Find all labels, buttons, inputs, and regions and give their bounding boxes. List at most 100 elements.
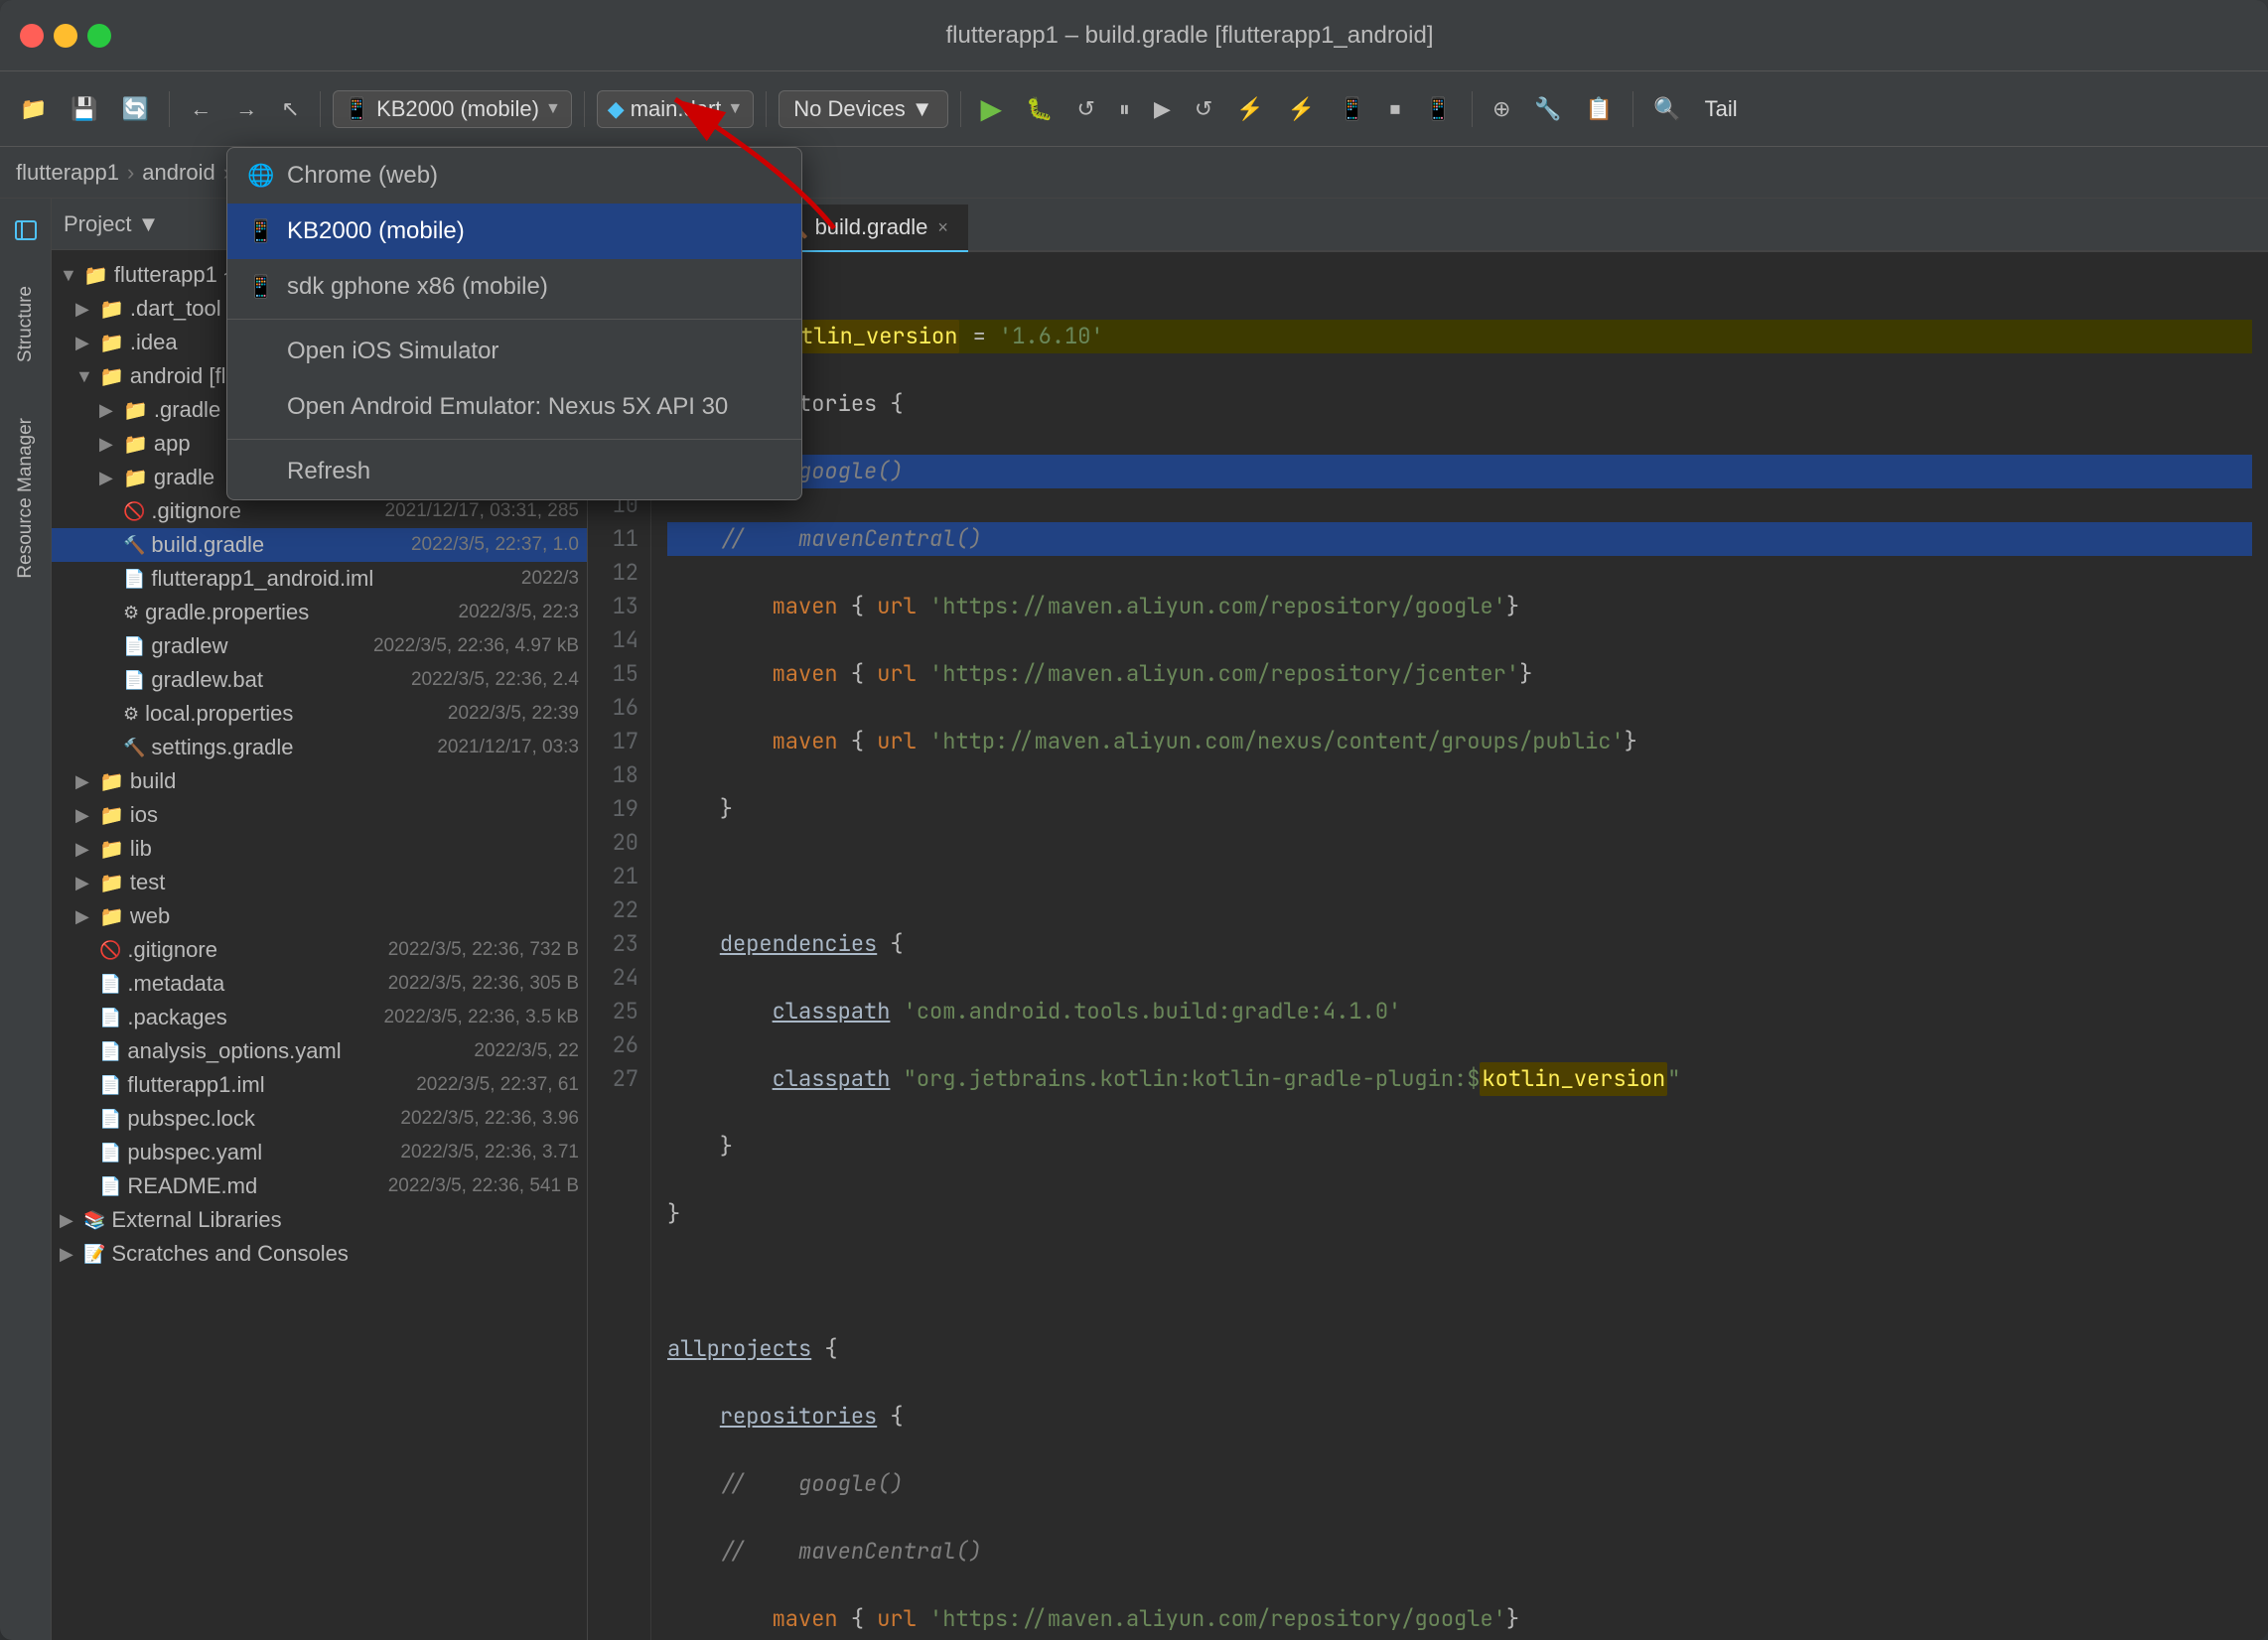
open-folder-button[interactable]: 📁 xyxy=(12,92,55,126)
file-meta: 2022/3/5, 22:36, 3.96 xyxy=(392,1108,579,1130)
minimize-button[interactable] xyxy=(54,24,77,48)
expand-icon: ▶ xyxy=(99,468,117,488)
forward-button[interactable]: → xyxy=(227,92,265,126)
dropdown-item-label: Open Android Emulator: Nexus 5X API 30 xyxy=(287,393,728,421)
tree-item-scratches[interactable]: ▶ 📝 Scratches and Consoles xyxy=(52,1237,587,1271)
tree-item-build-gradle[interactable]: 🔨 build.gradle 2022/3/5, 22:37, 1.0 xyxy=(52,528,587,562)
file-icon: 🚫 xyxy=(123,501,145,522)
profile-button[interactable]: ⏸ xyxy=(1111,92,1138,126)
apply-code-changes-button[interactable]: ↺ xyxy=(1187,92,1220,126)
resource-manager-label[interactable]: Resource Manager xyxy=(15,418,37,579)
tree-item-metadata[interactable]: 📄 .metadata 2022/3/5, 22:36, 305 B xyxy=(52,967,587,1001)
android-icon: 📁 xyxy=(99,364,124,389)
toolbar-separator-2 xyxy=(320,91,321,127)
cursor-button[interactable]: ↖ xyxy=(273,92,307,126)
tree-item-flutterapp1-iml[interactable]: 📄 flutterapp1.iml 2022/3/5, 22:37, 61 xyxy=(52,1068,587,1102)
tree-item-test[interactable]: ▶ 📁 test xyxy=(52,866,587,899)
maximize-button[interactable] xyxy=(87,24,111,48)
tree-item-web[interactable]: ▶ 📁 web xyxy=(52,899,587,933)
dropdown-item-chrome[interactable]: 🌐 Chrome (web) xyxy=(227,148,801,204)
toolbar-separator-5 xyxy=(960,91,961,127)
iml-icon: 📄 xyxy=(123,569,145,590)
code-editor[interactable]: 3 4 5 6 7 8 9 10 11 12 13 14 15 16 17 18 xyxy=(588,252,2268,1640)
device-selector-dropdown[interactable]: 📱 KB2000 (mobile) ▼ xyxy=(333,90,572,128)
tail-button[interactable]: Tail xyxy=(1697,92,1746,126)
yaml-icon: 📄 xyxy=(99,1041,121,1062)
tree-item-packages[interactable]: 📄 .packages 2022/3/5, 22:36, 3.5 kB xyxy=(52,1001,587,1034)
expand-icon: ▼ xyxy=(60,265,77,286)
breadcrumb-item-1[interactable]: flutterapp1 xyxy=(16,160,119,186)
folder-icon: 📁 xyxy=(83,263,108,288)
dropdown-item-android-emu[interactable]: Open Android Emulator: Nexus 5X API 30 xyxy=(227,379,801,435)
expand-icon: ▼ xyxy=(75,366,93,387)
run-with-coverage-button[interactable]: ↺ xyxy=(1068,92,1102,126)
dropdown-item-kb2000[interactable]: 📱 KB2000 (mobile) xyxy=(227,204,801,259)
folder-icon: 📁 xyxy=(99,837,124,862)
dropdown-item-sdk-gphone[interactable]: 📱 sdk gphone x86 (mobile) xyxy=(227,259,801,315)
file-meta: 2022/3/5, 22:36, 541 B xyxy=(380,1175,579,1197)
device-manager-button[interactable]: 📱 xyxy=(1417,92,1460,126)
dropdown-divider-1 xyxy=(227,319,801,320)
dart-selector-label: main.dart xyxy=(631,96,722,122)
dropdown-item-ios-sim[interactable]: Open iOS Simulator xyxy=(227,324,801,379)
stop-button[interactable]: ⚡ xyxy=(1280,92,1323,126)
tree-item-settings-gradle[interactable]: 🔨 settings.gradle 2021/12/17, 03:3 xyxy=(52,731,587,764)
save-button[interactable]: 💾 xyxy=(63,92,105,126)
tree-item-build[interactable]: ▶ 📁 build xyxy=(52,764,587,798)
traffic-lights xyxy=(20,24,111,48)
gradle-icon: 🔨 xyxy=(123,535,145,556)
close-button[interactable] xyxy=(20,24,44,48)
file-icon: 📄 xyxy=(123,636,145,657)
device-selector-label: KB2000 (mobile) xyxy=(376,96,539,122)
no-devices-label: No Devices xyxy=(793,96,905,122)
back-button[interactable]: ← xyxy=(182,92,219,126)
tree-label: .metadata xyxy=(127,971,373,997)
tree-item-analysis-options[interactable]: 📄 analysis_options.yaml 2022/3/5, 22 xyxy=(52,1034,587,1068)
refresh-button[interactable]: 🔄 xyxy=(114,92,157,126)
sidebar-project-icon[interactable] xyxy=(6,210,46,250)
tree-item-gradle-properties[interactable]: ⚙ gradle.properties 2022/3/5, 22:3 xyxy=(52,596,587,629)
dropdown-item-label: Chrome (web) xyxy=(287,162,438,190)
tab-close-build-gradle[interactable]: × xyxy=(937,217,948,238)
tree-item-readme[interactable]: 📄 README.md 2022/3/5, 22:36, 541 B xyxy=(52,1169,587,1203)
expand-icon: ▶ xyxy=(75,299,93,320)
no-devices-dropdown[interactable]: No Devices ▼ xyxy=(779,90,947,128)
run-button[interactable]: ▶ xyxy=(973,88,1011,129)
tree-item-root-gitignore[interactable]: 🚫 .gitignore 2022/3/5, 22:36, 732 B xyxy=(52,933,587,967)
apply-changes-button[interactable]: ▶ xyxy=(1146,92,1179,126)
hot-reload-button[interactable]: ⚡ xyxy=(1228,92,1271,126)
debug-button[interactable]: 🐛 xyxy=(1018,92,1061,126)
file-meta: 2022/3/5, 22:36, 4.97 kB xyxy=(365,635,579,657)
file-meta: 2022/3/5, 22:37, 1.0 xyxy=(403,534,579,556)
file-meta: 2022/3/5, 22:36, 732 B xyxy=(380,939,579,961)
tree-item-ios[interactable]: ▶ 📁 ios xyxy=(52,798,587,832)
attach-debugger-button[interactable]: 📱 xyxy=(1331,92,1373,126)
tree-item-gradlew[interactable]: 📄 gradlew 2022/3/5, 22:36, 4.97 kB xyxy=(52,629,587,663)
settings-button[interactable]: 🔧 xyxy=(1526,92,1569,126)
stop-run-button[interactable]: ⏹ xyxy=(1382,92,1409,126)
file-meta: 2022/3/5, 22:36, 305 B xyxy=(380,973,579,995)
tab-label: build.gradle xyxy=(815,214,928,240)
dart-selector-dropdown[interactable]: ◆ main.dart ▼ xyxy=(597,90,754,128)
structure-label[interactable]: Structure xyxy=(15,286,37,362)
tree-label: flutterapp1_android.iml xyxy=(151,566,506,592)
tree-item-external-libraries[interactable]: ▶ 📚 External Libraries xyxy=(52,1203,587,1237)
expand-icon: ▶ xyxy=(99,434,117,455)
tree-item-lib[interactable]: ▶ 📁 lib xyxy=(52,832,587,866)
file-icon: 📄 xyxy=(99,1176,121,1197)
tree-item-pubspec-yaml[interactable]: 📄 pubspec.yaml 2022/3/5, 22:36, 3.71 xyxy=(52,1136,587,1169)
dropdown-item-refresh[interactable]: Refresh xyxy=(227,444,801,499)
tree-item-gradlew-bat[interactable]: 📄 gradlew.bat 2022/3/5, 22:36, 2.4 xyxy=(52,663,587,697)
tree-label: README.md xyxy=(127,1173,373,1199)
device-selector-menu: 🌐 Chrome (web) 📱 KB2000 (mobile) 📱 sdk g… xyxy=(226,147,802,500)
tree-item-iml[interactable]: 📄 flutterapp1_android.iml 2022/3 xyxy=(52,562,587,596)
breadcrumb-item-2[interactable]: android xyxy=(142,160,214,186)
sdk-manager-button[interactable]: ⊕ xyxy=(1485,92,1518,126)
search-everywhere-button[interactable]: 🔍 xyxy=(1645,92,1688,126)
tree-item-local-properties[interactable]: ⚙ local.properties 2022/3/5, 22:39 xyxy=(52,697,587,731)
folder-icon: 📁 xyxy=(99,769,124,794)
tree-item-pubspec-lock[interactable]: 📄 pubspec.lock 2022/3/5, 22:36, 3.96 xyxy=(52,1102,587,1136)
folder-icon: 📁 xyxy=(99,331,124,355)
project-structure-button[interactable]: 📋 xyxy=(1578,92,1621,126)
expand-icon: ▶ xyxy=(75,771,93,792)
